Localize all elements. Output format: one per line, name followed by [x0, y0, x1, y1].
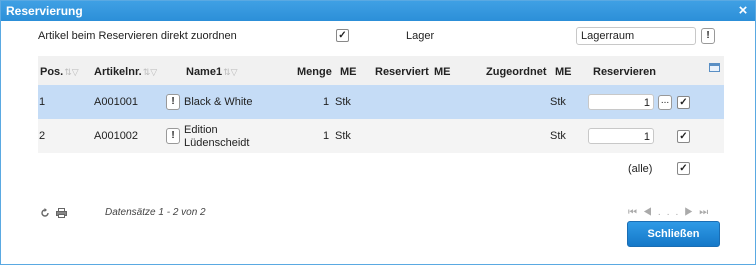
- reservation-dialog: Reservierung × Artikel beim Reservieren …: [0, 0, 756, 265]
- table-row[interactable]: 1 A001001 ! Black & White 1 Stk Stk 1 ..…: [38, 85, 724, 119]
- cell-zugeordnet-me: Stk: [550, 96, 566, 108]
- grid-header: Pos.⇅▽ Artikelnr.⇅▽ Name1⇅▽ Menge ME Res…: [38, 56, 724, 87]
- col-pos[interactable]: Pos.⇅▽: [40, 66, 79, 78]
- col-menge[interactable]: Menge: [297, 66, 332, 78]
- close-button[interactable]: Schließen: [627, 221, 720, 247]
- reservieren-input[interactable]: 1: [588, 94, 654, 110]
- sort-icon[interactable]: ⇅▽: [143, 67, 157, 77]
- col-artikelnr-label: Artikelnr.: [94, 66, 142, 78]
- cell-name1: Black & White: [184, 96, 253, 108]
- row-checkbox[interactable]: ✓: [677, 96, 690, 109]
- col-name1[interactable]: Name1⇅▽: [186, 66, 238, 78]
- col-reservieren[interactable]: Reservieren: [593, 66, 656, 78]
- lager-lookup-button[interactable]: !: [701, 28, 715, 44]
- col-zugeordnet[interactable]: Zugeordnet: [486, 66, 547, 78]
- col-reserviert[interactable]: Reserviert: [375, 66, 429, 78]
- lookup-button[interactable]: ...: [658, 95, 672, 110]
- col-name1-label: Name1: [186, 66, 223, 78]
- row-checkbox[interactable]: ✓: [677, 130, 690, 143]
- cell-menge: 1: [323, 130, 330, 142]
- lager-value: Lagerraum: [581, 30, 635, 42]
- col-artikelnr[interactable]: Artikelnr.⇅▽: [94, 66, 157, 78]
- record-count: Datensätze 1 - 2 von 2: [105, 207, 206, 218]
- cell-pos: 2: [39, 130, 46, 142]
- assign-label: Artikel beim Reservieren direkt zuordnen: [38, 30, 237, 42]
- sort-icon[interactable]: ⇅▽: [223, 67, 237, 77]
- cell-me: Stk: [335, 130, 351, 142]
- article-info-button[interactable]: !: [166, 128, 180, 144]
- cell-me: Stk: [335, 96, 351, 108]
- cell-name1-line2: Lüdenscheidt: [184, 137, 250, 149]
- col-me[interactable]: ME: [340, 66, 357, 78]
- cell-pos: 1: [39, 96, 46, 108]
- close-icon[interactable]: ×: [735, 2, 751, 19]
- sort-icon[interactable]: ⇅▽: [64, 67, 78, 77]
- cell-artikelnr: A001001: [94, 96, 139, 108]
- assign-checkbox[interactable]: ✓: [336, 29, 349, 42]
- pager: ⏮◀...▶⏭: [628, 207, 714, 218]
- refresh-icon[interactable]: [40, 208, 50, 218]
- dialog-title: Reservierung: [6, 4, 83, 18]
- cell-artikelnr: A001002: [94, 130, 139, 142]
- first-page-icon[interactable]: ⏮: [628, 207, 643, 218]
- lager-label: Lager: [406, 30, 435, 42]
- article-info-button[interactable]: !: [166, 94, 180, 110]
- col-me[interactable]: ME: [555, 66, 572, 78]
- pager-dots: ...: [657, 207, 685, 218]
- lager-input[interactable]: Lagerraum: [576, 27, 696, 45]
- col-pos-label: Pos.: [40, 66, 64, 78]
- select-all-label: (alle): [628, 163, 653, 175]
- next-page-icon[interactable]: ▶: [684, 207, 699, 218]
- cell-name1: Edition: [184, 124, 218, 136]
- table-row[interactable]: 2 A001002 ! Edition Lüdenscheidt 1 Stk S…: [38, 119, 724, 153]
- last-page-icon[interactable]: ⏭: [699, 207, 714, 218]
- col-me[interactable]: ME: [434, 66, 451, 78]
- cell-menge: 1: [323, 96, 330, 108]
- cell-zugeordnet-me: Stk: [550, 130, 566, 142]
- title-bar: Reservierung ×: [1, 1, 755, 21]
- prev-page-icon[interactable]: ◀: [643, 207, 658, 218]
- select-all-checkbox[interactable]: ✓: [677, 162, 690, 175]
- print-icon[interactable]: [56, 208, 67, 218]
- export-icon[interactable]: [709, 63, 720, 72]
- reservieren-input[interactable]: 1: [588, 128, 654, 144]
